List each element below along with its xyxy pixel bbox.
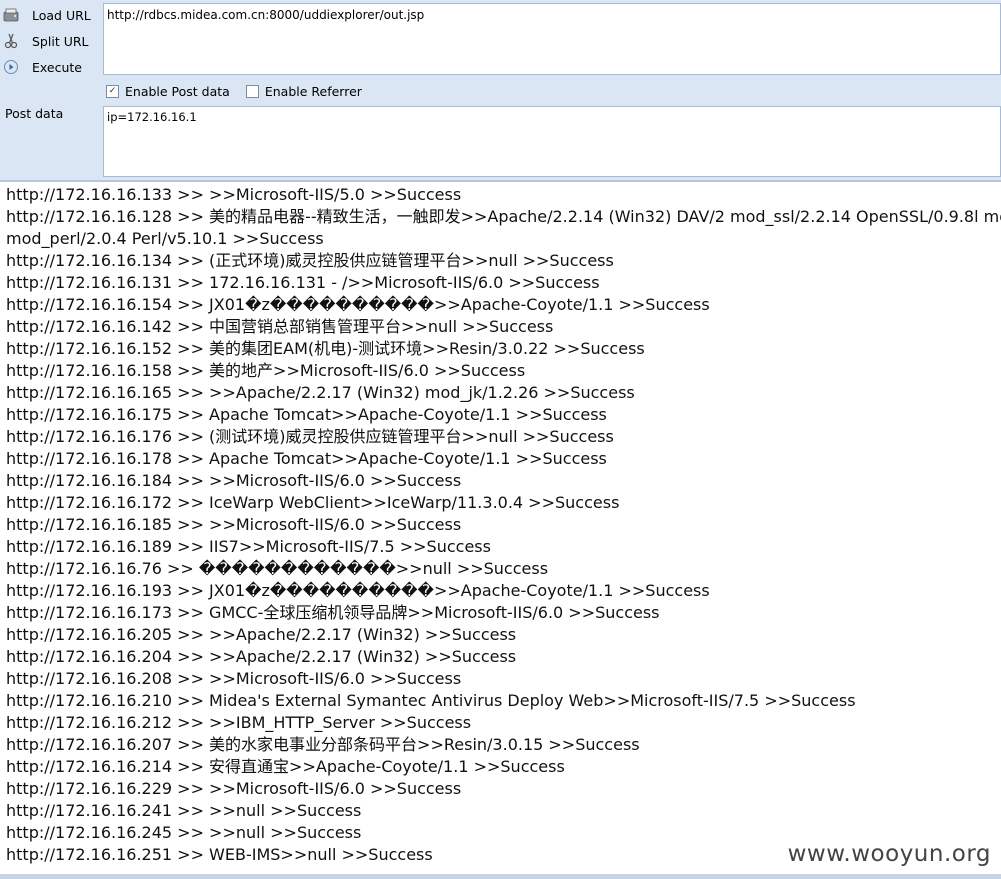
enable-post-label: Enable Post data (125, 83, 230, 99)
output-line: http://172.16.16.172 >> IceWarp WebClien… (6, 493, 620, 512)
post-data-field[interactable]: ip=172.16.16.1 (103, 106, 1001, 177)
post-data-label: Post data (5, 106, 64, 121)
output-panel: http://172.16.16.133 >> >>Microsoft-IIS/… (0, 182, 1001, 874)
enable-post-check-box[interactable]: ✓ (106, 84, 119, 98)
output-line: http://172.16.16.158 >> 美的地产>>Microsoft-… (6, 361, 526, 380)
output-line: http://172.16.16.241 >> >>null >>Success (6, 801, 362, 820)
output-line: http://172.16.16.131 >> 172.16.16.131 - … (6, 273, 600, 292)
output-line: http://172.16.16.205 >> >>Apache/2.2.17 … (6, 625, 517, 644)
options-row: ✓ Enable Post data Enable Referrer (106, 82, 378, 100)
output-line: http://172.16.16.204 >> >>Apache/2.2.17 … (6, 647, 517, 666)
output-line: http://172.16.16.207 >> 美的水家电事业分部条码平台>>R… (6, 735, 640, 754)
split-url-icon (3, 33, 19, 49)
output-line: http://172.16.16.208 >> >>Microsoft-IIS/… (6, 669, 462, 688)
url-field[interactable]: http://rdbcs.midea.com.cn:8000/uddiexplo… (103, 3, 1001, 75)
output-line: http://172.16.16.193 >> JX01�z����������… (6, 581, 710, 600)
output-line: http://172.16.16.173 >> GMCC-全球压缩机领导品牌>>… (6, 603, 660, 622)
load-url-label: Load URL (32, 7, 91, 23)
output-line: http://172.16.16.245 >> >>null >>Success (6, 823, 362, 842)
load-url-button[interactable]: Load URL (0, 3, 102, 27)
output-line: http://172.16.16.189 >> IIS7>>Microsoft-… (6, 537, 491, 556)
output-line: http://172.16.16.134 >> (正式环境)威灵控股供应链管理平… (6, 251, 614, 270)
output-line: http://172.16.16.251 >> WEB-IMS>>null >>… (6, 845, 433, 864)
split-url-label: Split URL (32, 33, 89, 49)
load-url-icon (3, 7, 19, 23)
enable-post-checkbox[interactable]: ✓ Enable Post data (106, 84, 230, 99)
enable-referrer-check-box[interactable] (245, 84, 259, 98)
output-line: http://172.16.16.210 >> Midea's External… (6, 691, 856, 710)
output-line: http://172.16.16.154 >> JX01�z����������… (6, 295, 710, 314)
enable-referrer-label: Enable Referrer (264, 83, 362, 99)
output-line: http://172.16.16.229 >> >>Microsoft-IIS/… (6, 779, 462, 798)
watermark: www.wooyun.org (787, 841, 991, 867)
output-line: http://172.16.16.185 >> >>Microsoft-IIS/… (6, 515, 462, 534)
output-line: http://172.16.16.212 >> >>IBM_HTTP_Serve… (6, 713, 472, 732)
output-line: http://172.16.16.214 >> 安得直通宝>>Apache-Co… (6, 757, 565, 776)
output-line: http://172.16.16.152 >> 美的集团EAM(机电)-测试环境… (6, 339, 645, 358)
enable-referrer-checkbox[interactable]: Enable Referrer (245, 83, 362, 99)
output-line: http://172.16.16.128 >> 美的精品电器--精致生活，一触即… (6, 207, 1001, 226)
output-line: http://172.16.16.184 >> >>Microsoft-IIS/… (6, 471, 462, 490)
output-line: http://172.16.16.175 >> Apache Tomcat>>A… (6, 405, 607, 424)
execute-icon (3, 59, 19, 75)
bottom-edge (0, 874, 1001, 879)
execute-button[interactable]: Execute (0, 55, 102, 79)
hackbar-toolbar: Load URL Split URL Execute http://rdbcs.… (0, 0, 1001, 181)
output-line: http://172.16.16.142 >> 中国营销总部销售管理平台>>nu… (6, 317, 554, 336)
output-line: http://172.16.16.176 >> (测试环境)威灵控股供应链管理平… (6, 427, 614, 446)
output-line: http://172.16.16.178 >> Apache Tomcat>>A… (6, 449, 607, 468)
output-line: http://172.16.16.133 >> >>Microsoft-IIS/… (6, 185, 462, 204)
output-line: http://172.16.16.165 >> >>Apache/2.2.17 … (6, 383, 635, 402)
execute-label: Execute (32, 59, 82, 75)
split-url-button[interactable]: Split URL (0, 29, 102, 53)
output-line: mod_perl/2.0.4 Perl/v5.10.1 >>Success (6, 229, 324, 248)
output-line: http://172.16.16.76 >> ������������>>nul… (6, 559, 549, 578)
